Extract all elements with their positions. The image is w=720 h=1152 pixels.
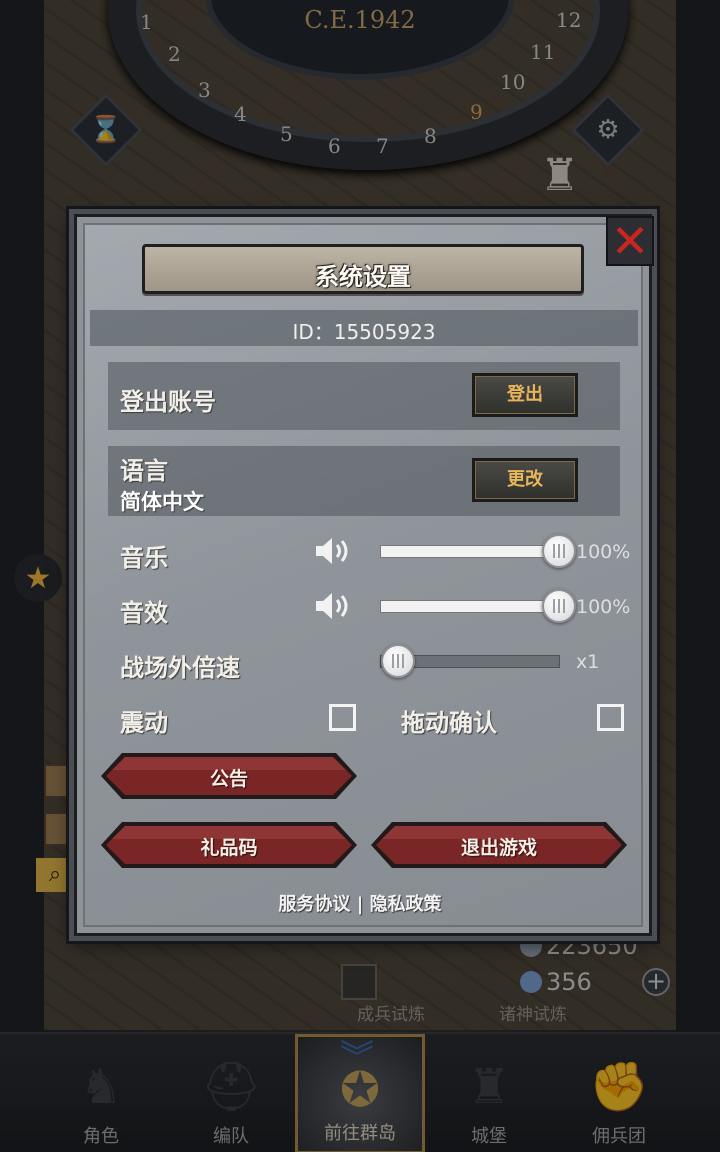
- gift-code-button[interactable]: 礼品码: [100, 821, 358, 869]
- speaker-icon[interactable]: [314, 536, 354, 566]
- notice-label: 公告: [209, 768, 248, 790]
- dialog-title-bar: 系统设置: [142, 244, 584, 294]
- logout-label: 登出账号: [120, 388, 216, 416]
- battle-speed-label: 战场外倍速: [120, 654, 240, 682]
- sfx-label: 音效: [120, 599, 168, 627]
- slider-knob[interactable]: [381, 644, 415, 678]
- slider-knob[interactable]: [542, 534, 576, 568]
- footer-links: 服务协议 | 隐私政策: [0, 890, 720, 916]
- slider-knob[interactable]: [542, 589, 576, 623]
- privacy-link[interactable]: 隐私政策: [370, 894, 442, 915]
- battle-speed-slider[interactable]: [380, 644, 560, 678]
- slider-fill: [381, 546, 559, 557]
- player-id: ID：15505923: [292, 320, 436, 344]
- quit-game-button[interactable]: 退出游戏: [370, 821, 628, 869]
- speaker-icon[interactable]: [314, 591, 354, 621]
- language-label: 语言: [120, 457, 168, 485]
- vibration-label: 震动: [120, 709, 168, 737]
- logout-button[interactable]: 登出: [472, 373, 578, 417]
- terms-link[interactable]: 服务协议: [278, 894, 350, 915]
- sfx-slider[interactable]: [380, 589, 576, 623]
- close-button[interactable]: ✕: [606, 216, 654, 266]
- battle-speed-value: x1: [576, 651, 600, 673]
- drag-confirm-checkbox[interactable]: [597, 704, 624, 731]
- slider-fill: [381, 601, 559, 612]
- player-id-bar: ID：15505923: [90, 310, 638, 346]
- link-separator: |: [356, 894, 364, 915]
- vibration-checkbox[interactable]: [329, 704, 356, 731]
- music-value: 100%: [576, 541, 631, 563]
- music-slider[interactable]: [380, 534, 576, 568]
- change-language-button[interactable]: 更改: [472, 458, 578, 502]
- dialog-title: 系统设置: [315, 263, 411, 291]
- quit-game-label: 退出游戏: [460, 837, 537, 859]
- music-label: 音乐: [120, 544, 168, 572]
- drag-confirm-label: 拖动确认: [401, 709, 497, 737]
- language-current: 简体中文: [120, 490, 204, 514]
- close-icon: ✕: [610, 214, 650, 268]
- gift-code-label: 礼品码: [200, 837, 258, 859]
- sfx-value: 100%: [576, 596, 631, 618]
- notice-button[interactable]: 公告: [100, 752, 358, 800]
